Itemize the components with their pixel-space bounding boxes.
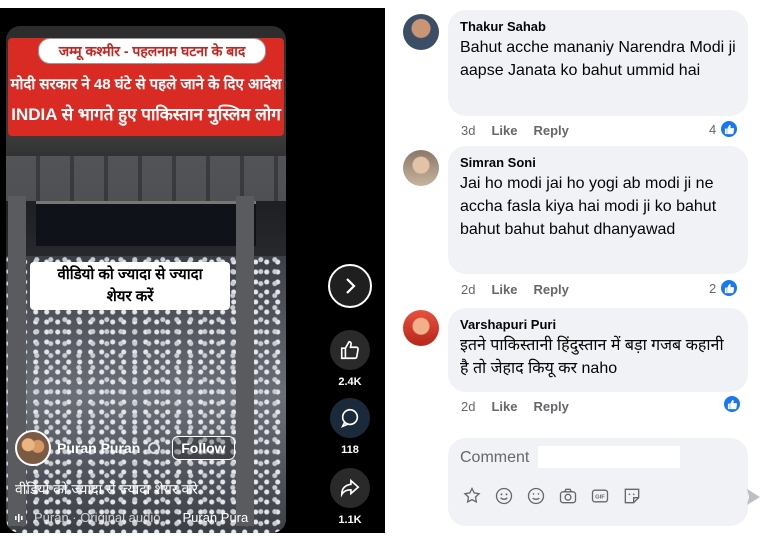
banner-headline: जम्मू कश्मीर - पहलनाम घटना के बाद xyxy=(38,38,266,64)
globe-icon xyxy=(148,442,161,454)
reaction-summary[interactable] xyxy=(722,394,742,414)
emoji-icon[interactable] xyxy=(494,486,514,506)
reaction-summary[interactable]: 2 xyxy=(709,278,740,298)
comment-time[interactable]: 2d xyxy=(461,399,475,414)
comment-input[interactable] xyxy=(460,446,680,470)
comment-like-button[interactable]: Like xyxy=(491,399,517,414)
sticker-icon[interactable] xyxy=(622,486,642,506)
commenter-name[interactable]: Simran Soni xyxy=(460,155,736,170)
comment-actions: 2d Like Reply xyxy=(461,399,569,414)
audio-author: Puran Pura xyxy=(182,510,249,525)
like-reaction-icon xyxy=(719,278,740,298)
comment-bubble: Varshapuri Puri इतने पाकिस्तानी हिंदुस्त… xyxy=(448,308,748,392)
reaction-count: 4 xyxy=(709,121,717,137)
comment-count: 118 xyxy=(341,444,359,456)
comment-bubble: Thakur Sahab Bahut acche mananiy Narendr… xyxy=(448,10,748,116)
comment-text: Bahut acche mananiy Narendra Modi ji aap… xyxy=(460,39,736,79)
comment-time[interactable]: 3d xyxy=(461,123,475,138)
send-icon[interactable] xyxy=(747,488,760,506)
sticker-line-2: शेयर करें xyxy=(75,286,185,308)
author-avatar[interactable] xyxy=(15,430,51,466)
chevron-right-icon xyxy=(346,278,356,294)
gif-icon[interactable]: GIF xyxy=(590,486,610,506)
next-reel-button[interactable] xyxy=(328,264,372,308)
composer-toolbar: GIF xyxy=(462,486,642,506)
share-count: 1.1K xyxy=(338,514,362,526)
reel-viewer: जम्मू कश्मीर - पहलनाम घटना के बाद ... मो… xyxy=(0,8,385,533)
commenter-avatar[interactable] xyxy=(403,310,439,346)
reaction-count: 2 xyxy=(709,280,717,296)
audio-wave-icon xyxy=(15,513,23,522)
comment-text: इतने पाकिस्तानी हिंदुस्तान में बड़ा गजब … xyxy=(460,337,724,377)
comment-text: Jai ho modi jai ho yogi ab modi ji ne ac… xyxy=(460,175,717,238)
like-action[interactable]: 2.4K xyxy=(322,330,378,388)
like-reaction-icon xyxy=(719,119,740,139)
author-name[interactable]: Puran Puran xyxy=(57,440,140,456)
audio-label: Puran · Original audio xyxy=(34,510,161,525)
comment-actions: 2d Like Reply xyxy=(461,282,569,297)
follow-button[interactable]: Follow xyxy=(172,436,235,460)
comment-reply-button[interactable]: Reply xyxy=(533,399,568,414)
share-icon xyxy=(340,478,360,498)
comment-like-button[interactable]: Like xyxy=(491,282,517,297)
comment-button[interactable] xyxy=(330,398,370,438)
video-hall xyxy=(36,201,256,246)
video-ceiling xyxy=(6,156,286,201)
comment-bubble: Simran Soni Jai ho modi jai ho yogi ab m… xyxy=(448,146,748,274)
comment-actions: 3d Like Reply xyxy=(461,123,569,138)
banner-line-2: INDIA से भागते हुए पाकिस्तान मुस्लिम लोग xyxy=(11,105,281,124)
reaction-summary[interactable]: 4 xyxy=(709,119,740,139)
commenter-name[interactable]: Varshapuri Puri xyxy=(460,317,736,332)
author-row: Puran Puran Follow xyxy=(15,430,235,466)
banner-line-1: मोदी सरकार ने 48 घंटे से पहले जाने के दि… xyxy=(10,76,282,93)
thumbs-up-icon xyxy=(340,340,359,360)
share-sticker: वीडियो को ज्यादा से ज्यादा शेयर करें xyxy=(30,262,230,310)
comment-action[interactable]: 118 xyxy=(322,398,378,456)
avatar-icon[interactable] xyxy=(462,486,482,506)
comment-composer: GIF xyxy=(448,438,748,526)
svg-text:GIF: GIF xyxy=(595,495,605,501)
video-pillar xyxy=(236,196,254,526)
commenter-name[interactable]: Thakur Sahab xyxy=(460,19,736,34)
camera-icon[interactable] xyxy=(558,486,578,506)
comment-icon xyxy=(340,408,359,428)
audio-row[interactable]: Puran · Original audio Puran Pura xyxy=(14,510,284,525)
smiley-icon[interactable] xyxy=(526,486,546,506)
more-options-icon[interactable]: ... xyxy=(248,44,264,61)
like-count: 2.4K xyxy=(338,376,362,388)
comment-reply-button[interactable]: Reply xyxy=(533,123,568,138)
like-reaction-icon xyxy=(722,394,742,414)
share-action[interactable]: 1.1K xyxy=(322,468,378,526)
commenter-avatar[interactable] xyxy=(403,150,439,186)
comment-like-button[interactable]: Like xyxy=(491,123,517,138)
reel-caption[interactable]: वीडियो को ज्यादा से ज्यादा शेयर करे xyxy=(15,480,198,499)
share-button[interactable] xyxy=(330,468,370,508)
comment-reply-button[interactable]: Reply xyxy=(533,282,568,297)
video-pillar xyxy=(8,196,26,526)
sticker-line-1: वीडियो को ज्यादा से ज्यादा xyxy=(57,266,203,283)
comment-time[interactable]: 2d xyxy=(461,282,475,297)
commenter-avatar[interactable] xyxy=(403,14,439,50)
like-button[interactable] xyxy=(330,330,370,370)
